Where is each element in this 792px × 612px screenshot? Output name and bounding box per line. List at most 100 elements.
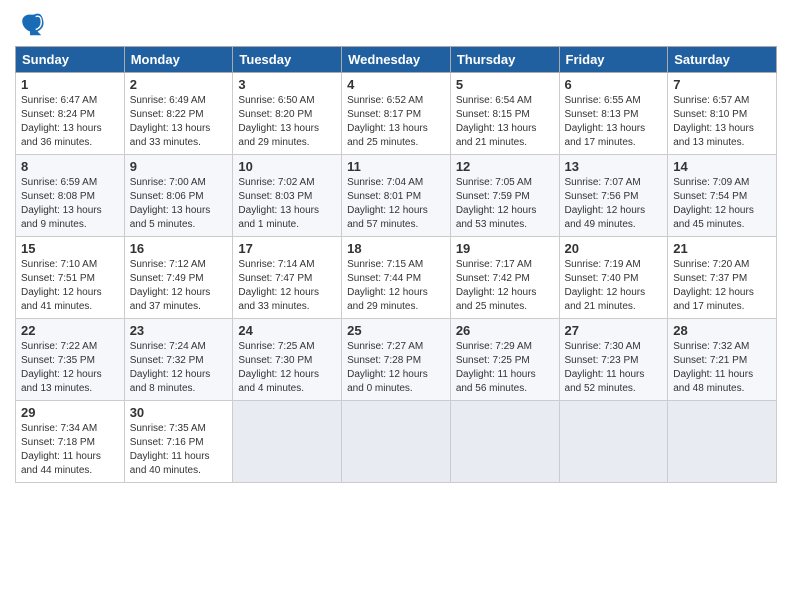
day-number: 10	[238, 159, 336, 174]
cell-details: Sunrise: 7:19 AM Sunset: 7:40 PM Dayligh…	[565, 258, 663, 314]
calendar-cell: 5 Sunrise: 6:54 AM Sunset: 8:15 PM Daylig…	[450, 73, 559, 155]
day-number: 9	[130, 159, 228, 174]
day-number: 7	[673, 77, 771, 92]
cell-details: Sunrise: 7:34 AM Sunset: 7:18 PM Dayligh…	[21, 422, 119, 478]
day-number: 2	[130, 77, 228, 92]
calendar-cell: 22 Sunrise: 7:22 AM Sunset: 7:35 PM Dayli…	[16, 319, 125, 401]
calendar-cell: 7 Sunrise: 6:57 AM Sunset: 8:10 PM Daylig…	[668, 73, 777, 155]
cell-details: Sunrise: 7:32 AM Sunset: 7:21 PM Dayligh…	[673, 340, 771, 396]
calendar-cell: 10 Sunrise: 7:02 AM Sunset: 8:03 PM Dayli…	[233, 155, 342, 237]
day-number: 20	[565, 241, 663, 256]
calendar-cell: 27Sunrise: 7:30 AM Sunset: 7:23 PM Dayli…	[559, 319, 668, 401]
cell-details: Sunrise: 6:47 AM Sunset: 8:24 PM Dayligh…	[21, 94, 119, 150]
cell-details: Sunrise: 7:04 AM Sunset: 8:01 PM Dayligh…	[347, 176, 445, 232]
calendar-cell: 29 Sunrise: 7:34 AM Sunset: 7:18 PM Dayli…	[16, 401, 125, 483]
day-number: 5	[456, 77, 554, 92]
calendar-cell: 19 Sunrise: 7:17 AM Sunset: 7:42 PM Dayli…	[450, 237, 559, 319]
calendar-cell: 16 Sunrise: 7:12 AM Sunset: 7:49 PM Dayli…	[124, 237, 233, 319]
calendar-cell: 11 Sunrise: 7:04 AM Sunset: 8:01 PM Dayli…	[342, 155, 451, 237]
col-header-wednesday: Wednesday	[342, 47, 451, 73]
cell-details: Sunrise: 6:54 AM Sunset: 8:15 PM Dayligh…	[456, 94, 554, 150]
logo-icon	[17, 10, 45, 38]
day-number: 11	[347, 159, 445, 174]
calendar-cell: 18 Sunrise: 7:15 AM Sunset: 7:44 PM Dayli…	[342, 237, 451, 319]
calendar-cell: 2 Sunrise: 6:49 AM Sunset: 8:22 PM Daylig…	[124, 73, 233, 155]
day-number: 15	[21, 241, 119, 256]
cell-details: Sunrise: 7:12 AM Sunset: 7:49 PM Dayligh…	[130, 258, 228, 314]
day-number: 1	[21, 77, 119, 92]
calendar-cell: 8 Sunrise: 6:59 AM Sunset: 8:08 PM Daylig…	[16, 155, 125, 237]
col-header-thursday: Thursday	[450, 47, 559, 73]
calendar-cell: 3 Sunrise: 6:50 AM Sunset: 8:20 PM Daylig…	[233, 73, 342, 155]
logo	[15, 10, 45, 38]
calendar-cell: 4 Sunrise: 6:52 AM Sunset: 8:17 PM Daylig…	[342, 73, 451, 155]
day-number: 4	[347, 77, 445, 92]
calendar-cell: 9 Sunrise: 7:00 AM Sunset: 8:06 PM Daylig…	[124, 155, 233, 237]
day-number: 14	[673, 159, 771, 174]
calendar-cell	[233, 401, 342, 483]
cell-details: Sunrise: 7:20 AM Sunset: 7:37 PM Dayligh…	[673, 258, 771, 314]
day-number: 22	[21, 323, 119, 338]
col-header-tuesday: Tuesday	[233, 47, 342, 73]
calendar-cell	[450, 401, 559, 483]
cell-details: Sunrise: 6:52 AM Sunset: 8:17 PM Dayligh…	[347, 94, 445, 150]
calendar-cell: 6 Sunrise: 6:55 AM Sunset: 8:13 PM Daylig…	[559, 73, 668, 155]
day-number: 8	[21, 159, 119, 174]
cell-details: Sunrise: 6:49 AM Sunset: 8:22 PM Dayligh…	[130, 94, 228, 150]
calendar-table: SundayMondayTuesdayWednesdayThursdayFrid…	[15, 46, 777, 483]
day-number: 29	[21, 405, 119, 420]
calendar-cell	[668, 401, 777, 483]
day-number: 17	[238, 241, 336, 256]
day-number: 13	[565, 159, 663, 174]
cell-details: Sunrise: 7:29 AM Sunset: 7:25 PM Dayligh…	[456, 340, 554, 396]
cell-details: Sunrise: 6:57 AM Sunset: 8:10 PM Dayligh…	[673, 94, 771, 150]
calendar-cell	[342, 401, 451, 483]
day-number: 21	[673, 241, 771, 256]
cell-details: Sunrise: 7:15 AM Sunset: 7:44 PM Dayligh…	[347, 258, 445, 314]
cell-details: Sunrise: 7:02 AM Sunset: 8:03 PM Dayligh…	[238, 176, 336, 232]
calendar-cell	[559, 401, 668, 483]
day-number: 26	[456, 323, 554, 338]
calendar-cell: 1 Sunrise: 6:47 AM Sunset: 8:24 PM Daylig…	[16, 73, 125, 155]
day-number: 16	[130, 241, 228, 256]
col-header-monday: Monday	[124, 47, 233, 73]
calendar-cell: 25 Sunrise: 7:27 AM Sunset: 7:28 PM Dayli…	[342, 319, 451, 401]
calendar-cell: 15 Sunrise: 7:10 AM Sunset: 7:51 PM Dayli…	[16, 237, 125, 319]
cell-details: Sunrise: 7:05 AM Sunset: 7:59 PM Dayligh…	[456, 176, 554, 232]
calendar-cell: 23 Sunrise: 7:24 AM Sunset: 7:32 PM Dayli…	[124, 319, 233, 401]
cell-details: Sunrise: 7:27 AM Sunset: 7:28 PM Dayligh…	[347, 340, 445, 396]
calendar-cell: 26 Sunrise: 7:29 AM Sunset: 7:25 PM Dayli…	[450, 319, 559, 401]
cell-details: Sunrise: 7:07 AM Sunset: 7:56 PM Dayligh…	[565, 176, 663, 232]
cell-details: Sunrise: 7:10 AM Sunset: 7:51 PM Dayligh…	[21, 258, 119, 314]
calendar-cell: 30Sunrise: 7:35 AM Sunset: 7:16 PM Dayli…	[124, 401, 233, 483]
cell-details: Sunrise: 7:09 AM Sunset: 7:54 PM Dayligh…	[673, 176, 771, 232]
day-number: 6	[565, 77, 663, 92]
cell-details: Sunrise: 7:17 AM Sunset: 7:42 PM Dayligh…	[456, 258, 554, 314]
day-number: 3	[238, 77, 336, 92]
calendar-cell: 13 Sunrise: 7:07 AM Sunset: 7:56 PM Dayli…	[559, 155, 668, 237]
calendar-cell: 12 Sunrise: 7:05 AM Sunset: 7:59 PM Dayli…	[450, 155, 559, 237]
cell-details: Sunrise: 7:25 AM Sunset: 7:30 PM Dayligh…	[238, 340, 336, 396]
day-number: 23	[130, 323, 228, 338]
cell-details: Sunrise: 6:55 AM Sunset: 8:13 PM Dayligh…	[565, 94, 663, 150]
day-number: 18	[347, 241, 445, 256]
day-number: 12	[456, 159, 554, 174]
cell-details: Sunrise: 7:22 AM Sunset: 7:35 PM Dayligh…	[21, 340, 119, 396]
header	[15, 10, 777, 38]
day-number: 24	[238, 323, 336, 338]
calendar-cell: 17 Sunrise: 7:14 AM Sunset: 7:47 PM Dayli…	[233, 237, 342, 319]
cell-details: Sunrise: 7:14 AM Sunset: 7:47 PM Dayligh…	[238, 258, 336, 314]
cell-details: Sunrise: 6:50 AM Sunset: 8:20 PM Dayligh…	[238, 94, 336, 150]
col-header-saturday: Saturday	[668, 47, 777, 73]
cell-details: Sunrise: 7:35 AM Sunset: 7:16 PM Dayligh…	[130, 422, 228, 478]
calendar-cell: 20 Sunrise: 7:19 AM Sunset: 7:40 PM Dayli…	[559, 237, 668, 319]
cell-details: Sunrise: 7:24 AM Sunset: 7:32 PM Dayligh…	[130, 340, 228, 396]
cell-details: Sunrise: 7:00 AM Sunset: 8:06 PM Dayligh…	[130, 176, 228, 232]
col-header-sunday: Sunday	[16, 47, 125, 73]
calendar-cell: 14 Sunrise: 7:09 AM Sunset: 7:54 PM Dayli…	[668, 155, 777, 237]
day-number: 19	[456, 241, 554, 256]
cell-details: Sunrise: 6:59 AM Sunset: 8:08 PM Dayligh…	[21, 176, 119, 232]
day-number: 25	[347, 323, 445, 338]
calendar-cell: 21 Sunrise: 7:20 AM Sunset: 7:37 PM Dayli…	[668, 237, 777, 319]
calendar-cell: 28Sunrise: 7:32 AM Sunset: 7:21 PM Dayli…	[668, 319, 777, 401]
